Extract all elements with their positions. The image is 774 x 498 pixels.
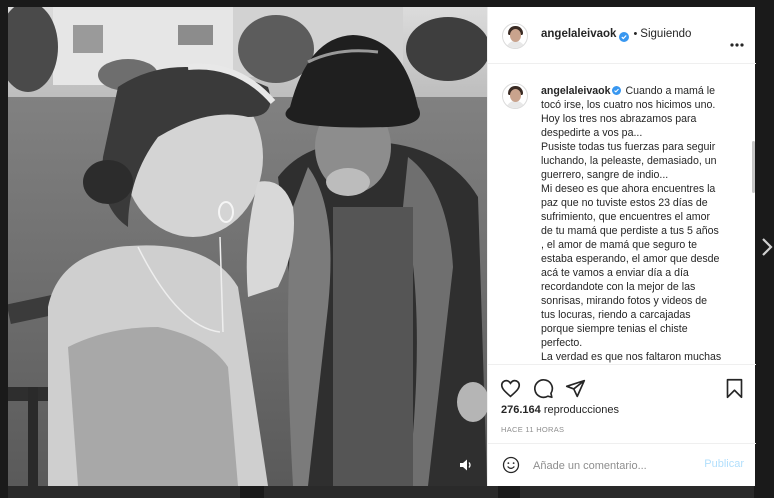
verified-badge-icon — [619, 29, 630, 42]
caption-line: angelaleivaok Cuando a mamá le — [541, 85, 715, 97]
caption-line: sufrimiento, que encuentres el amor — [541, 211, 710, 223]
video-frame — [8, 7, 487, 486]
post-details-panel: angelaleivaok • Siguiendo angelaleivaok … — [487, 7, 756, 486]
caption-line: porque siempre tenias el chiste — [541, 323, 688, 335]
share-icon[interactable] — [565, 378, 586, 399]
caption-area: angelaleivaok Cuando a mamá le tocó irse… — [488, 64, 756, 364]
caption-line: paz que no tuviste estos 23 días de — [541, 197, 708, 209]
thumbnail[interactable] — [264, 486, 498, 498]
caption-line: despedirte a vos pa... — [541, 127, 643, 139]
caption-line: estaba esperando, el amor que desde — [541, 253, 720, 265]
caption-line: tocó irse, los cuatro nos hicimos uno. — [541, 99, 716, 111]
comment-icon[interactable] — [533, 378, 554, 399]
caption-line: La verdad es que nos faltaron muchas — [541, 351, 722, 363]
post-header: angelaleivaok • Siguiendo — [488, 7, 756, 64]
caption-line: acá te vamos a enviar día a día — [541, 267, 689, 279]
bookmark-icon[interactable] — [724, 378, 745, 399]
thumbnail[interactable] — [520, 486, 754, 498]
verified-badge-icon — [611, 85, 621, 95]
caption-line: luchando, la peleaste, demasiado, un — [541, 155, 717, 167]
views-number: 276.164 — [501, 404, 541, 416]
volume-icon[interactable] — [459, 458, 473, 472]
post-modal: angelaleivaok • Siguiendo angelaleivaok … — [8, 7, 756, 486]
caption-line: guerrero, sangre de indio... — [541, 169, 669, 181]
avatar[interactable] — [502, 23, 528, 49]
thumbnail[interactable] — [8, 486, 240, 498]
chevron-right-icon[interactable] — [760, 236, 774, 258]
caption-line: Hoy los tres nos abrazamos para — [541, 113, 697, 125]
avatar[interactable] — [502, 83, 528, 109]
caption-line: Mi deseo es que ahora encuentres la — [541, 183, 716, 195]
comment-form: Publicar — [488, 443, 756, 486]
caption-line: sonrisas, mirando fotos y videos de — [541, 295, 708, 307]
more-options-icon[interactable] — [730, 34, 744, 47]
username-link[interactable]: angelaleivaok — [541, 28, 616, 40]
caption-line: recordandote con la mejor de las — [541, 281, 696, 293]
caption-line: de tu mamá que perdiste a tus 5 años — [541, 225, 719, 237]
caption-username[interactable]: angelaleivaok — [541, 85, 611, 97]
views-label: reproducciones — [543, 404, 620, 416]
post-caption: angelaleivaok Cuando a mamá le tocó irse… — [541, 84, 748, 364]
caption-line: , el amor de mamá que seguro te — [541, 239, 698, 251]
caption-line: tus locuras, riendo a carcajadas — [541, 309, 691, 321]
comment-input[interactable] — [533, 458, 693, 474]
publish-button[interactable]: Publicar — [704, 458, 744, 470]
caption-scrollbar[interactable] — [752, 141, 755, 193]
caption-line: perfecto. — [541, 337, 583, 349]
views-count[interactable]: 276.164 reproducciones — [501, 404, 619, 416]
action-bar — [488, 364, 756, 399]
background-thumbnails — [0, 486, 774, 498]
emoji-icon[interactable] — [502, 456, 520, 474]
caption-line: Pusiste todas tus fuerzas para seguir — [541, 141, 716, 153]
post-video[interactable] — [8, 7, 487, 486]
following-button[interactable]: Siguiendo — [640, 28, 691, 40]
post-timestamp[interactable]: HACE 11 HORAS — [501, 425, 564, 434]
separator-dot: • — [633, 28, 638, 40]
heart-icon[interactable] — [500, 378, 521, 399]
